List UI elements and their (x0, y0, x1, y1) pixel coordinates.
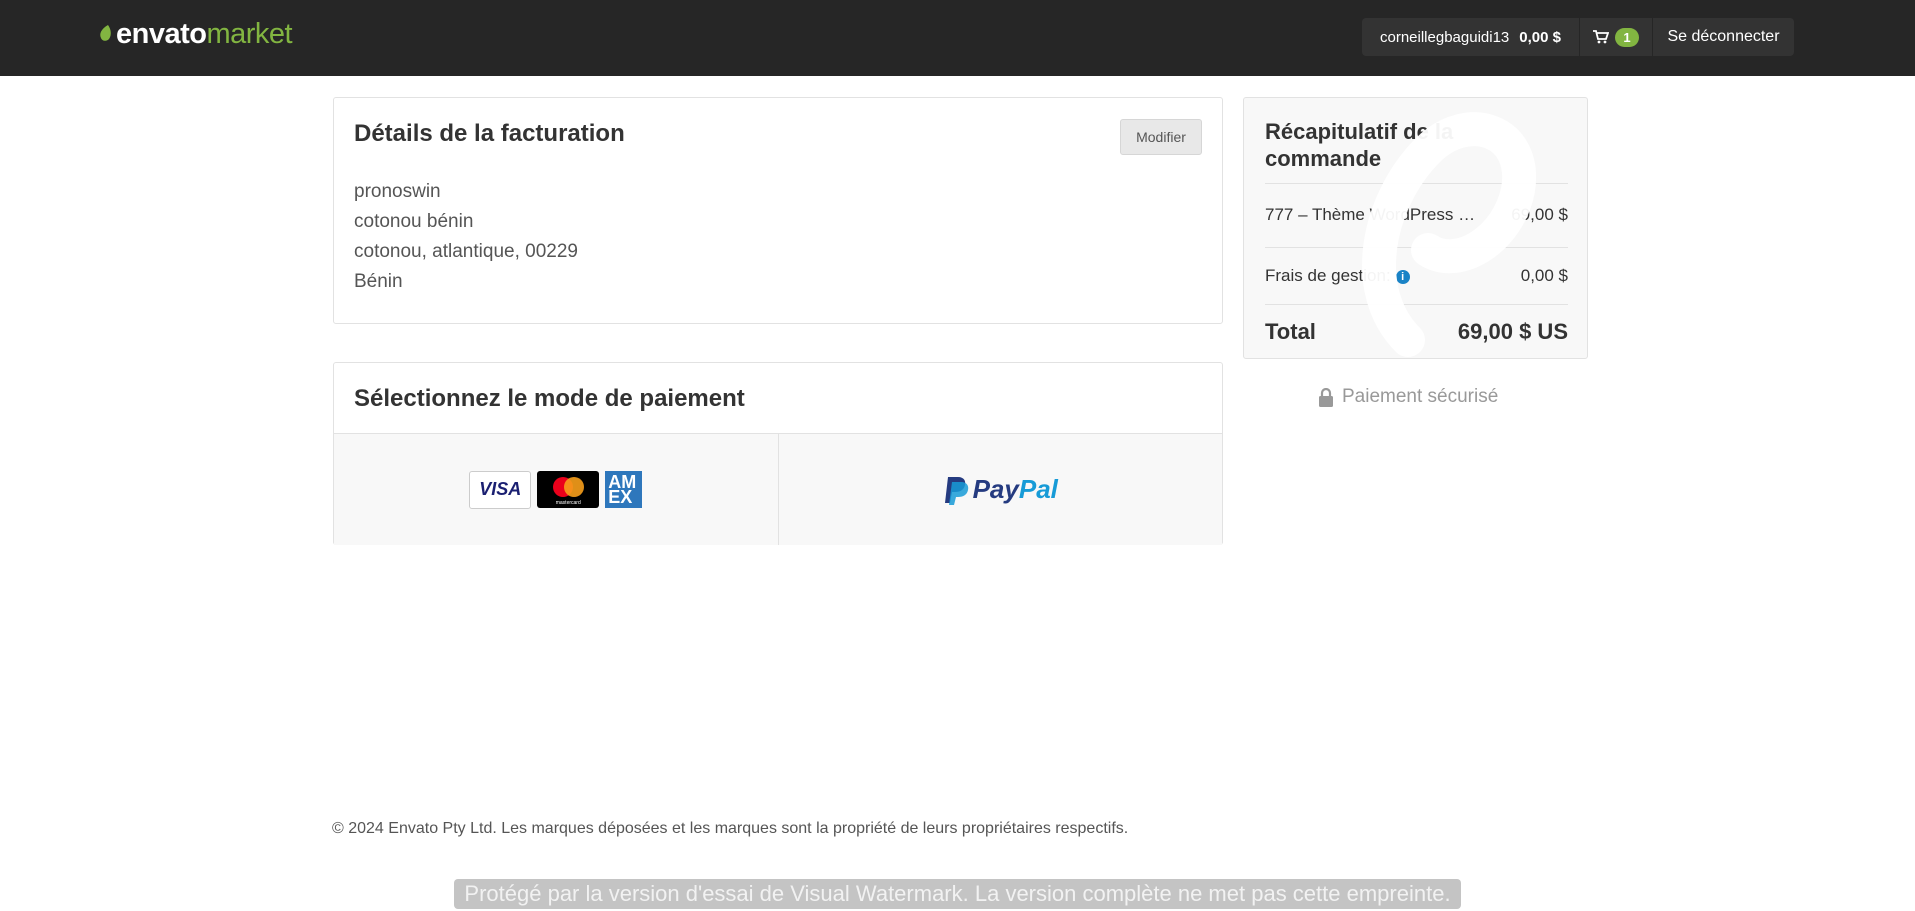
summary-total-row: Total 69,00 $ US (1265, 304, 1568, 359)
account-balance: 0,00 $ (1519, 28, 1561, 46)
leaf-icon (100, 25, 111, 41)
order-summary-panel: Récapitulatif de la commande 777 – Thème… (1243, 97, 1588, 359)
secure-payment-label: Paiement sécurisé (1342, 386, 1499, 407)
item-price: 69,00 $ (1511, 205, 1568, 224)
footer-copyright: © 2024 Envato Pty Ltd. Les marques dépos… (332, 820, 1129, 837)
payment-method-panel: Sélectionnez le mode de paiement VISA ma… (333, 362, 1223, 545)
logo-envato-text: envato (116, 17, 207, 50)
item-name: 777 – Thème WordPress pour paris sportif… (1265, 205, 1480, 224)
billing-line: Bénin (354, 271, 403, 292)
amex-logo: AM EX (605, 471, 643, 508)
mastercard-logo: mastercard (537, 471, 600, 508)
secure-payment-note: Paiement sécurisé (1318, 386, 1498, 408)
logo-market-text: market (206, 17, 293, 50)
cart-button[interactable]: 1 (1580, 18, 1652, 56)
cart-count-badge: 1 (1615, 27, 1639, 47)
visa-logo: VISA (469, 470, 532, 509)
account-menu[interactable]: corneillegbaguidi13 0,00 $ (1362, 18, 1579, 56)
billing-address: pronoswin cotonou bénin cotonou, atlanti… (354, 177, 578, 297)
total-value: 69,00 $ US (1457, 319, 1568, 344)
logout-button[interactable]: Se déconnecter (1653, 18, 1794, 56)
card-payment-option[interactable]: VISA mastercard AM EX (334, 434, 778, 545)
payment-title: Sélectionnez le mode de paiement (354, 385, 745, 412)
paypal-icon (944, 476, 968, 505)
summary-title: Récapitulatif de la commande (1265, 119, 1454, 171)
billing-line: pronoswin (354, 181, 441, 202)
summary-item-row: 777 – Thème WordPress pour paris sportif… (1265, 183, 1568, 246)
summary-fee-row: Frais de gestion: i 0,00 $ (1265, 247, 1568, 303)
fee-label-wrap: Frais de gestion: i (1265, 266, 1410, 286)
paypal-payment-option[interactable]: PayPal (777, 434, 1222, 545)
username: corneillegbaguidi13 (1380, 28, 1510, 46)
cart-icon (1593, 30, 1610, 44)
payment-options: VISA mastercard AM EX PayPal (334, 433, 1222, 545)
billing-line: cotonou, atlantique, 00229 (354, 241, 578, 262)
lock-icon (1319, 387, 1333, 407)
top-navbar: envato market corneillegbaguidi13 0,00 $ … (0, 0, 1915, 76)
billing-title: Détails de la facturation (354, 120, 625, 147)
billing-line: cotonou bénin (354, 211, 474, 232)
modify-billing-button[interactable]: Modifier (1120, 119, 1202, 155)
info-icon[interactable]: i (1395, 269, 1410, 284)
billing-details-panel: Détails de la facturation Modifier prono… (333, 97, 1223, 324)
total-label: Total (1265, 319, 1316, 344)
card-logos: VISA mastercard AM EX (469, 470, 643, 509)
trial-watermark: Protégé par la version d'essai de Visual… (454, 879, 1461, 909)
envato-market-logo[interactable]: envato market (99, 17, 293, 50)
fee-label: Frais de gestion: (1265, 265, 1391, 285)
paypal-logo: PayPal (943, 474, 1058, 505)
fee-value: 0,00 $ (1520, 265, 1568, 285)
